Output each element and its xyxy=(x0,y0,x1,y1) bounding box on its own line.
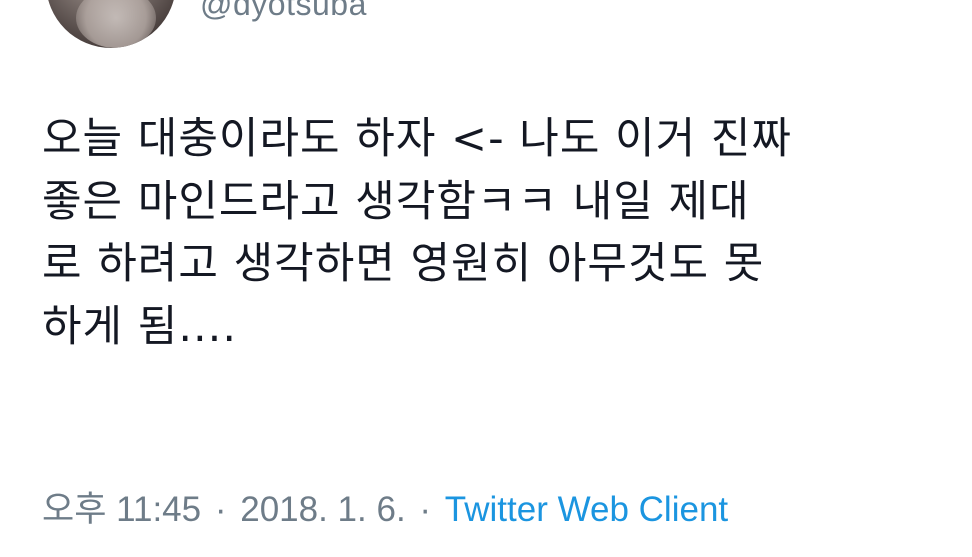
meta-separator: · xyxy=(419,490,432,529)
avatar[interactable] xyxy=(46,0,176,48)
tweet-meta: 오후 11:45 · 2018. 1. 6. · Twitter Web Cli… xyxy=(42,488,728,532)
user-handle[interactable]: @dyotsuba xyxy=(200,0,367,24)
meta-separator: · xyxy=(214,490,227,529)
tweet-text: 오늘 대충이라도 하자 <- 나도 이거 진짜 좋은 마인드라고 생각함ㅋㅋ 내… xyxy=(42,114,792,352)
tweet-card: @dyotsuba 오늘 대충이라도 하자 <- 나도 이거 진짜 좋은 마인드… xyxy=(0,0,972,557)
tweet-date[interactable]: 2018. 1. 6. xyxy=(240,490,405,529)
tweet-source-link[interactable]: Twitter Web Client xyxy=(445,490,728,529)
avatar-image xyxy=(76,0,156,48)
tweet-time[interactable]: 오후 11:45 xyxy=(42,490,201,529)
